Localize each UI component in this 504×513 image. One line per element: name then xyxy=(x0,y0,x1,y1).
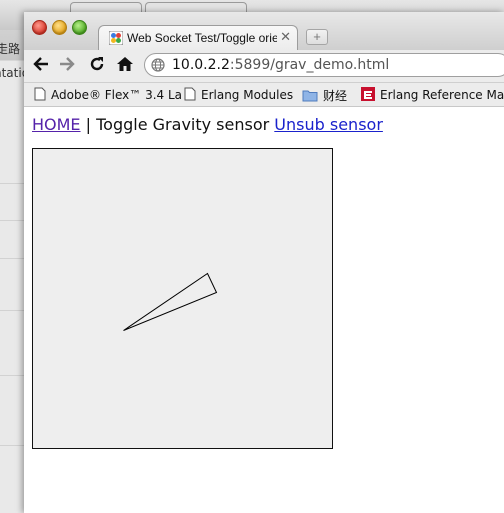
bookmark-adobe-flex[interactable]: Adobe® Flex™ 3.4 La xyxy=(34,87,182,102)
close-tab-icon[interactable]: ✕ xyxy=(280,29,291,45)
bookmark-label: Adobe® Flex™ 3.4 La xyxy=(51,88,183,102)
url-path: :5899/grav_demo.html xyxy=(229,57,390,73)
minimize-window-button[interactable] xyxy=(52,20,67,35)
titlebar: Web Socket Test/Toggle orie ✕ + xyxy=(24,12,504,50)
home-icon xyxy=(117,57,133,71)
close-window-button[interactable] xyxy=(32,20,47,35)
unsub-sensor-link[interactable]: Unsub sensor xyxy=(274,115,383,134)
erlang-icon xyxy=(361,87,375,101)
bookmark-label: 财经 xyxy=(323,89,348,103)
divider xyxy=(0,220,24,221)
url-host: 10.0.2.2 xyxy=(172,57,230,73)
gravity-pointer-triangle xyxy=(123,272,218,331)
bookmark-label: Erlang Modules xyxy=(201,88,294,102)
page-icon xyxy=(34,87,46,101)
gravity-pointer-graphic xyxy=(123,272,218,331)
tab-web-socket-test[interactable]: Web Socket Test/Toggle orie ✕ xyxy=(98,25,298,50)
divider xyxy=(0,375,24,376)
bookmark-folder[interactable]: 财经 xyxy=(302,87,347,104)
browser-window: Web Socket Test/Toggle orie ✕ + 10.0.2.2… xyxy=(24,12,504,513)
divider xyxy=(0,258,24,259)
bookmark-erlang-modules[interactable]: Erlang Modules xyxy=(184,87,293,102)
bookmark-label: Erlang Reference Mar xyxy=(380,88,504,102)
forward-arrow-icon xyxy=(60,57,75,71)
back-button[interactable] xyxy=(30,55,52,77)
page-title: Toggle Gravity sensor xyxy=(96,115,270,134)
url-text[interactable]: 10.0.2.2:5899/grav_demo.html xyxy=(172,57,389,73)
browser-toolbar: 10.0.2.2:5899/grav_demo.html xyxy=(24,50,504,83)
separator: | xyxy=(85,115,92,134)
globe-icon xyxy=(151,58,165,72)
bookmarks-bar: Adobe® Flex™ 3.4 La Erlang Modules 财经 Er… xyxy=(24,83,504,107)
home-link[interactable]: HOME xyxy=(32,115,81,134)
divider xyxy=(0,183,24,184)
bookmark-erlang-reference[interactable]: Erlang Reference Mar xyxy=(361,87,504,102)
back-arrow-icon xyxy=(33,57,48,71)
tab-title: Web Socket Test/Toggle orie xyxy=(127,31,277,45)
background-sidebar-text: 走路 xyxy=(0,42,21,56)
page-favicon-icon xyxy=(109,31,123,45)
divider xyxy=(0,310,24,311)
page-content: HOME | Toggle Gravity sensor Unsub senso… xyxy=(24,107,504,513)
home-button[interactable] xyxy=(114,55,136,77)
page-icon xyxy=(184,87,196,101)
new-tab-button[interactable]: + xyxy=(306,29,328,45)
folder-icon xyxy=(302,90,318,102)
forward-button[interactable] xyxy=(56,55,78,77)
reload-icon xyxy=(90,57,104,71)
gravity-canvas xyxy=(32,148,333,449)
page-nav-line: HOME | Toggle Gravity sensor Unsub senso… xyxy=(32,115,383,134)
zoom-window-button[interactable] xyxy=(72,20,87,35)
address-bar[interactable]: 10.0.2.2:5899/grav_demo.html xyxy=(144,53,504,77)
reload-button[interactable] xyxy=(86,55,108,77)
divider xyxy=(0,445,24,446)
